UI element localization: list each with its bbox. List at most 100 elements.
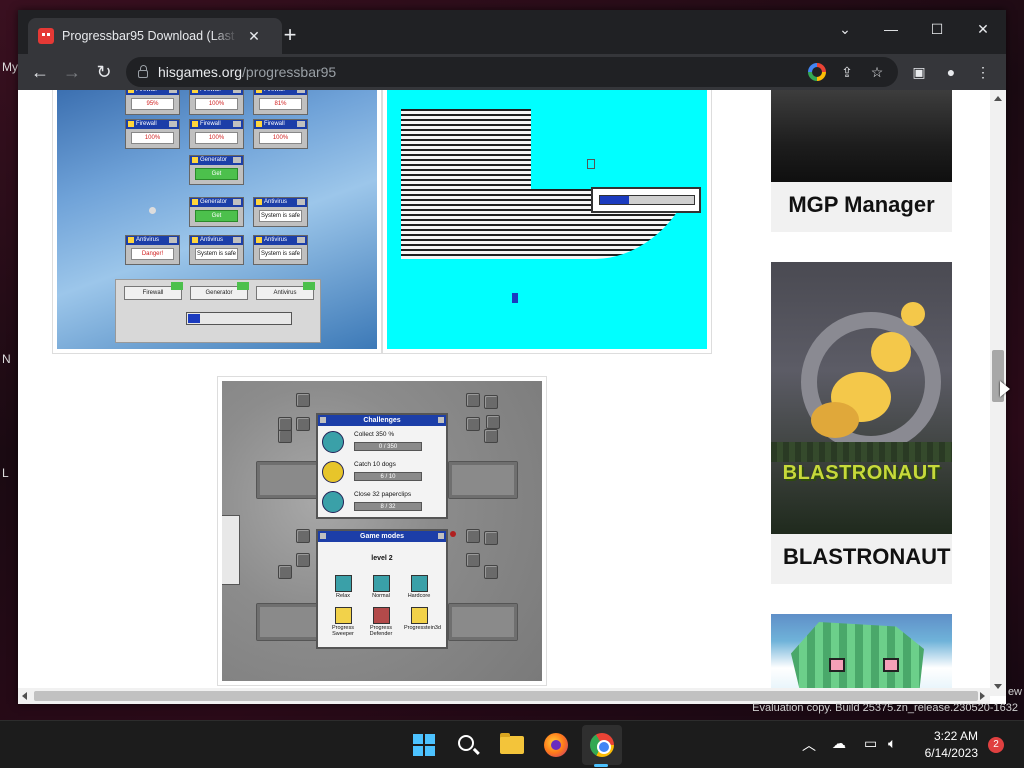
show-hidden-icons-chevron-icon[interactable]: ︿ (802, 735, 816, 755)
ghost-favicon-icon (38, 28, 54, 44)
horizontal-scroll-thumb[interactable] (34, 691, 978, 701)
scroll-up-arrow-icon[interactable] (994, 96, 1002, 101)
reload-icon[interactable]: ↻ (90, 58, 118, 86)
keycap-decoration (466, 417, 480, 431)
retro-progress-fill (188, 314, 201, 323)
challenge-label: Catch 10 dogs (354, 461, 396, 468)
mini-window: Firewall 81% (253, 90, 308, 115)
mini-window: Firewall 100% (189, 119, 244, 149)
screenshot-challenges[interactable]: Challenges Collect 350 % 0 / 350 Catch 10 … (217, 376, 547, 686)
scroll-left-arrow-icon[interactable] (22, 692, 27, 700)
mini-window-value: Get (195, 210, 238, 222)
system-clock[interactable]: 3:22 AM 6/14/2023 (916, 728, 978, 762)
explosion-cloud (901, 302, 925, 326)
mini-window: Generator Get (189, 155, 244, 185)
game-mode-item: Hardcore (404, 575, 434, 599)
keycap-decoration (278, 565, 292, 579)
game-mode-label: Hardcore (407, 593, 431, 599)
game-mode-item: Normal (366, 575, 396, 599)
keycap-decoration (484, 429, 498, 443)
watermark-fragment: ew (1007, 686, 1022, 698)
game-card-mgp[interactable]: MGP Manager (771, 182, 952, 232)
bookmark-star-icon[interactable]: ☆ (868, 63, 886, 81)
lock-icon[interactable] (138, 64, 148, 78)
game-card-blastronaut[interactable]: BLASTRONAUT (771, 534, 952, 584)
mini-window: Firewall 100% (253, 119, 308, 149)
panel-slot (448, 603, 518, 641)
mouse-cursor-icon (1000, 381, 1010, 397)
side-panel-icon[interactable]: ▣ (910, 63, 928, 81)
minimize-button[interactable]: — (868, 14, 914, 44)
keycap-decoration (278, 417, 292, 431)
game-title[interactable]: MGP Manager (771, 192, 952, 218)
retro-task-button: Antivirus (256, 282, 315, 300)
progress-fill (600, 196, 629, 204)
address-bar[interactable]: hisgames.org/progressbar95 ⇪ ☆ (126, 57, 898, 87)
mini-window-value: Get (195, 168, 238, 180)
profile-icon[interactable]: ● (942, 63, 960, 81)
menu-kebab-icon[interactable]: ⋮ (974, 63, 992, 81)
challenges-title: Challenges (318, 415, 446, 426)
close-window-button[interactable]: ✕ (960, 14, 1006, 44)
retro-taskbar: Firewall Generator Antivirus (115, 279, 321, 343)
keycap-decoration (296, 393, 310, 407)
mini-window-value: 81% (259, 98, 302, 110)
challenge-row: Close 32 paperclips 8 / 32 (322, 489, 442, 515)
game-title[interactable]: BLASTRONAUT (771, 544, 952, 570)
mini-window: Firewall 95% (125, 90, 180, 115)
screenshot-firewall[interactable]: Firewall 95% Firewall 100% Firewall 81% Firewa… (52, 90, 382, 354)
blastronaut-thumbnail[interactable]: BLASTRONAUT (771, 262, 952, 534)
tab-strip: Progressbar95 Download (Last V ✕ + ⌄ — ☐… (18, 10, 1006, 54)
game-mode-icon (410, 607, 428, 624)
game-mode-item: Progresstein3d (404, 607, 441, 631)
desktop-edge: My N L (0, 0, 18, 720)
game-mode-icon (372, 607, 390, 624)
new-tab-button[interactable]: + (276, 22, 304, 50)
active-indicator (594, 764, 608, 767)
keycap-decoration (484, 565, 498, 579)
maximize-button[interactable]: ☐ (914, 14, 960, 44)
mgp-manager-thumbnail[interactable] (771, 90, 952, 182)
screenshot-cyan[interactable] (382, 90, 712, 354)
search-icon (458, 735, 474, 751)
google-lens-icon[interactable] (808, 63, 826, 81)
start-windows-icon[interactable] (408, 729, 440, 761)
back-arrow-icon[interactable]: ← (26, 58, 54, 86)
forward-arrow-icon[interactable]: → (58, 58, 86, 86)
falling-segment (512, 293, 518, 303)
firefox-button[interactable] (540, 729, 572, 761)
retro-progress-bar (186, 312, 292, 325)
scroll-down-arrow-icon[interactable] (994, 684, 1002, 689)
game-mode-item: Progress Sweeper (328, 607, 358, 637)
game-mode-label: Progress Defender (369, 625, 393, 637)
network-icon[interactable]: ▭ (864, 735, 877, 752)
scroll-right-arrow-icon[interactable] (980, 692, 985, 700)
mini-window: Firewall 100% (125, 119, 180, 149)
explosion-cloud (811, 402, 859, 438)
file-explorer-button[interactable] (496, 729, 528, 761)
close-tab-icon[interactable]: ✕ (246, 28, 262, 45)
desktop-icon-label: L (2, 466, 9, 480)
challenge-label: Collect 350 % (354, 431, 395, 438)
game-mode-icon (334, 575, 352, 592)
game-mode-item: Relax (328, 575, 358, 599)
share-icon[interactable]: ⇪ (838, 63, 856, 81)
cloud-offline-icon[interactable]: ☁ (832, 735, 846, 752)
chrome-button[interactable] (586, 729, 618, 761)
challenges-window: Challenges Collect 350 % 0 / 350 Catch 10 … (316, 413, 448, 519)
mini-window: Generator Get (189, 197, 244, 227)
firefox-icon (544, 733, 568, 757)
mini-window-title: Generator (190, 156, 243, 165)
keycap-decoration (278, 429, 292, 443)
volume-icon[interactable]: 🔈︎ (888, 735, 896, 752)
challenge-icon (322, 491, 344, 513)
tab-search-chevron-icon[interactable]: ⌄ (822, 14, 868, 44)
keycap-decoration (466, 529, 480, 543)
mini-window-value: System is safe (195, 248, 238, 260)
tab-progressbar95[interactable]: Progressbar95 Download (Last V ✕ (28, 18, 282, 54)
keycap-decoration (484, 395, 498, 409)
notification-badge[interactable]: 2 (988, 737, 1004, 753)
game-mode-label: Progresstein3d (404, 625, 441, 631)
search-taskbar-button[interactable] (452, 729, 484, 761)
mini-window-value: System is safe (259, 248, 302, 260)
